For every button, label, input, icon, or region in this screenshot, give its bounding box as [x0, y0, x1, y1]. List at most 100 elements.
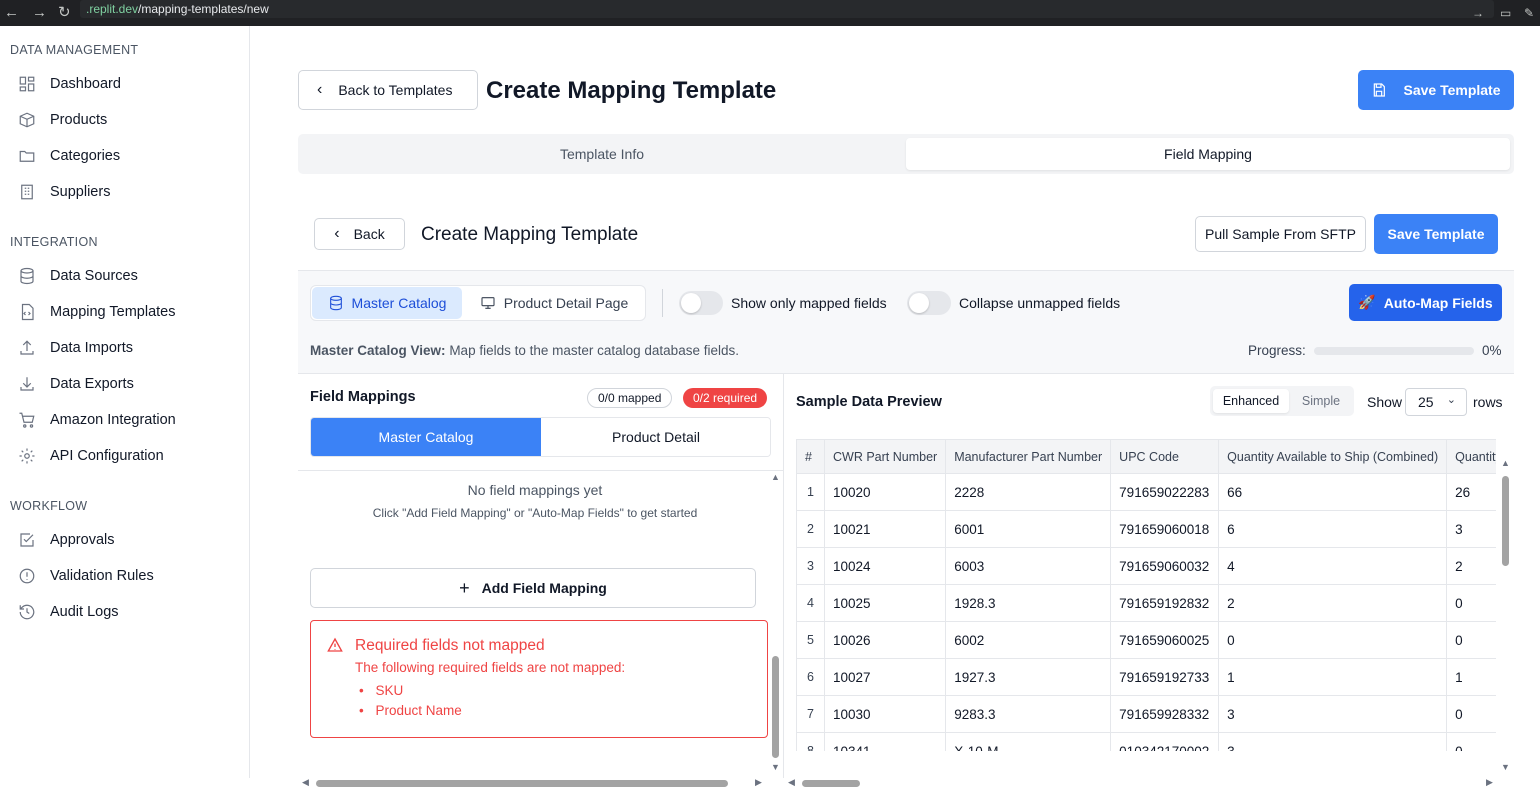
table-vertical-scrollbar-thumb[interactable]: [1502, 476, 1509, 566]
add-field-mapping-button[interactable]: + Add Field Mapping: [310, 568, 756, 608]
alert-item-sku: • SKU: [359, 683, 404, 698]
view-description: Master Catalog View: Map fields to the m…: [310, 343, 739, 358]
table-scroll-up-arrow[interactable]: ▲: [1501, 458, 1510, 468]
mode-enhanced[interactable]: Enhanced: [1213, 389, 1289, 413]
browser-reload-icon[interactable]: ↻: [58, 3, 71, 23]
table-row: 8 10341 X-10-M 010342170002 3 0: [796, 732, 1496, 751]
table-row: 7 10030 9283.3 791659928332 3 0: [796, 695, 1496, 733]
view-option-label: Product Detail Page: [503, 295, 629, 311]
sidebar-item-dashboard[interactable]: Dashboard: [18, 71, 121, 97]
scroll-up-arrow[interactable]: ▲: [771, 472, 780, 482]
table-body: 1 10020 2228 791659022283 66 26 2 10021 6001 7916…: [796, 473, 1496, 751]
back-label: Back: [353, 226, 385, 242]
section-title-workflow: WORKFLOW: [10, 499, 88, 513]
table-row: 5 10026 6002 791659060025 0 0: [796, 621, 1496, 659]
monitor-icon: [481, 297, 495, 309]
progress-label: Progress:: [1248, 343, 1306, 358]
row-number-cell: 5: [796, 621, 825, 659]
empty-state-title: No field mappings yet: [467, 482, 603, 498]
table-cell: 0: [1446, 732, 1496, 751]
browser-forward-icon[interactable]: →: [32, 3, 47, 23]
pull-sample-button[interactable]: Pull Sample From SFTP: [1195, 216, 1366, 252]
sidebar-item-products[interactable]: Products: [18, 107, 107, 133]
database-icon: [20, 267, 34, 285]
divider: [298, 470, 784, 471]
empty-state-hint: Click "Add Field Mapping" or "Auto-Map F…: [372, 506, 698, 520]
devices-icon[interactable]: ▭: [1500, 3, 1511, 23]
table-header-col-upc-code[interactable]: UPC Code: [1110, 439, 1220, 474]
show-label: Show: [1367, 394, 1403, 410]
sidebar-item-data-imports[interactable]: Data Imports: [18, 335, 133, 361]
sidebar-item-approvals[interactable]: Approvals: [18, 527, 114, 553]
auto-map-button[interactable]: 🚀 Auto-Map Fields: [1349, 284, 1502, 321]
mode-simple[interactable]: Simple: [1290, 389, 1352, 413]
section-title: Create Mapping Template: [421, 224, 639, 245]
scroll-left-arrow[interactable]: ◀: [302, 777, 309, 788]
table-cell: 0: [1446, 621, 1496, 659]
table-scroll-right-arrow[interactable]: ▶: [1486, 777, 1493, 788]
back-to-templates-label: Back to Templates: [338, 82, 453, 98]
sample-data-title: Sample Data Preview: [796, 394, 942, 410]
table-row: 6 10027 1927.3 791659192733 1 1: [796, 658, 1496, 696]
scroll-right-arrow[interactable]: ▶: [755, 777, 762, 788]
table-header-col-quantity[interactable]: Quantity: [1446, 439, 1496, 474]
add-field-mapping-label: Add Field Mapping: [481, 580, 607, 596]
rows-per-page-value: 25: [1418, 394, 1434, 410]
address-bar[interactable]: [80, 0, 1494, 18]
tab-field-mapping[interactable]: Field Mapping: [906, 138, 1510, 170]
row-number-cell: 1: [796, 473, 825, 511]
table-scroll-down-arrow[interactable]: ▼: [1501, 762, 1510, 772]
table-header-col-cwr-part-number[interactable]: CWR Part Number: [823, 439, 947, 474]
back-to-templates-button[interactable]: ‹ Back to Templates: [298, 70, 478, 110]
sidebar-item-mapping-templates[interactable]: Mapping Templates: [18, 299, 175, 325]
file-code-icon: [21, 303, 34, 321]
table-cell: 6: [1218, 510, 1448, 548]
rows-per-page-select[interactable]: 25 ⌄: [1405, 388, 1467, 416]
table-row: 1 10020 2228 791659022283 66 26: [796, 473, 1496, 511]
table-cell: 010342170002: [1110, 732, 1220, 751]
table-scroll-left-arrow[interactable]: ◀: [788, 777, 795, 788]
table-header-col-qty-available-combined[interactable]: Quantity Available to Ship (Combined): [1218, 439, 1448, 474]
view-description-title: Master Catalog View:: [310, 343, 446, 358]
browser-toolbar: ← → ↻ .replit.dev/mapping-templates/new …: [0, 0, 1540, 26]
tools-icon[interactable]: ✎: [1524, 3, 1534, 23]
plus-icon: +: [459, 577, 470, 598]
browser-back-icon[interactable]: ←: [4, 3, 19, 23]
save-template-button[interactable]: Save Template: [1358, 70, 1514, 110]
sidebar-item-audit-logs[interactable]: Audit Logs: [18, 599, 119, 625]
back-button[interactable]: ‹ Back: [314, 218, 405, 250]
tab-template-info[interactable]: Template Info: [302, 138, 902, 170]
sidebar-item-suppliers[interactable]: Suppliers: [18, 179, 110, 205]
mapping-toolbar: Master Catalog Product Detail Page Show …: [298, 270, 1514, 374]
save-template-secondary-button[interactable]: Save Template: [1374, 214, 1498, 254]
collapse-unmapped-toggle[interactable]: [907, 291, 951, 315]
sidebar-item-amazon-integration[interactable]: Amazon Integration: [18, 407, 176, 433]
sidebar-item-data-sources[interactable]: Data Sources: [18, 263, 138, 289]
table-cell: 0: [1218, 621, 1448, 659]
table-horizontal-scrollbar-thumb[interactable]: [802, 780, 860, 787]
sidebar-item-label: Data Imports: [50, 340, 133, 356]
rocket-icon: 🚀: [1358, 294, 1376, 310]
alert-description: The following required fields are not ma…: [355, 660, 626, 675]
row-number-cell: 4: [796, 584, 825, 622]
view-option-master-catalog[interactable]: Master Catalog: [312, 287, 462, 319]
vertical-scrollbar-thumb[interactable]: [772, 656, 779, 758]
sidebar-item-categories[interactable]: Categories: [18, 143, 120, 169]
table-cell: 10027: [823, 658, 947, 696]
share-icon[interactable]: →: [1472, 3, 1484, 23]
show-mapped-toggle[interactable]: [679, 291, 723, 315]
scroll-down-arrow[interactable]: ▼: [771, 762, 780, 772]
sidebar-item-data-exports[interactable]: Data Exports: [18, 371, 134, 397]
tab-product-detail[interactable]: Product Detail: [541, 418, 770, 456]
view-description-text: Map fields to the master catalog databas…: [449, 343, 739, 358]
table-header-col-index[interactable]: #: [796, 439, 825, 474]
horizontal-scrollbar-thumb[interactable]: [316, 780, 728, 787]
tab-master-catalog[interactable]: Master Catalog: [311, 418, 541, 456]
save-icon: [1374, 83, 1386, 97]
view-option-product-detail[interactable]: Product Detail Page: [464, 287, 644, 319]
sidebar-item-label: Validation Rules: [50, 568, 154, 584]
table-header-col-manufacturer-part-number[interactable]: Manufacturer Part Number: [945, 439, 1112, 474]
sidebar-item-validation-rules[interactable]: Validation Rules: [18, 563, 154, 589]
table-cell: 791659192832: [1110, 584, 1220, 622]
sidebar-item-api-configuration[interactable]: API Configuration: [18, 443, 164, 469]
